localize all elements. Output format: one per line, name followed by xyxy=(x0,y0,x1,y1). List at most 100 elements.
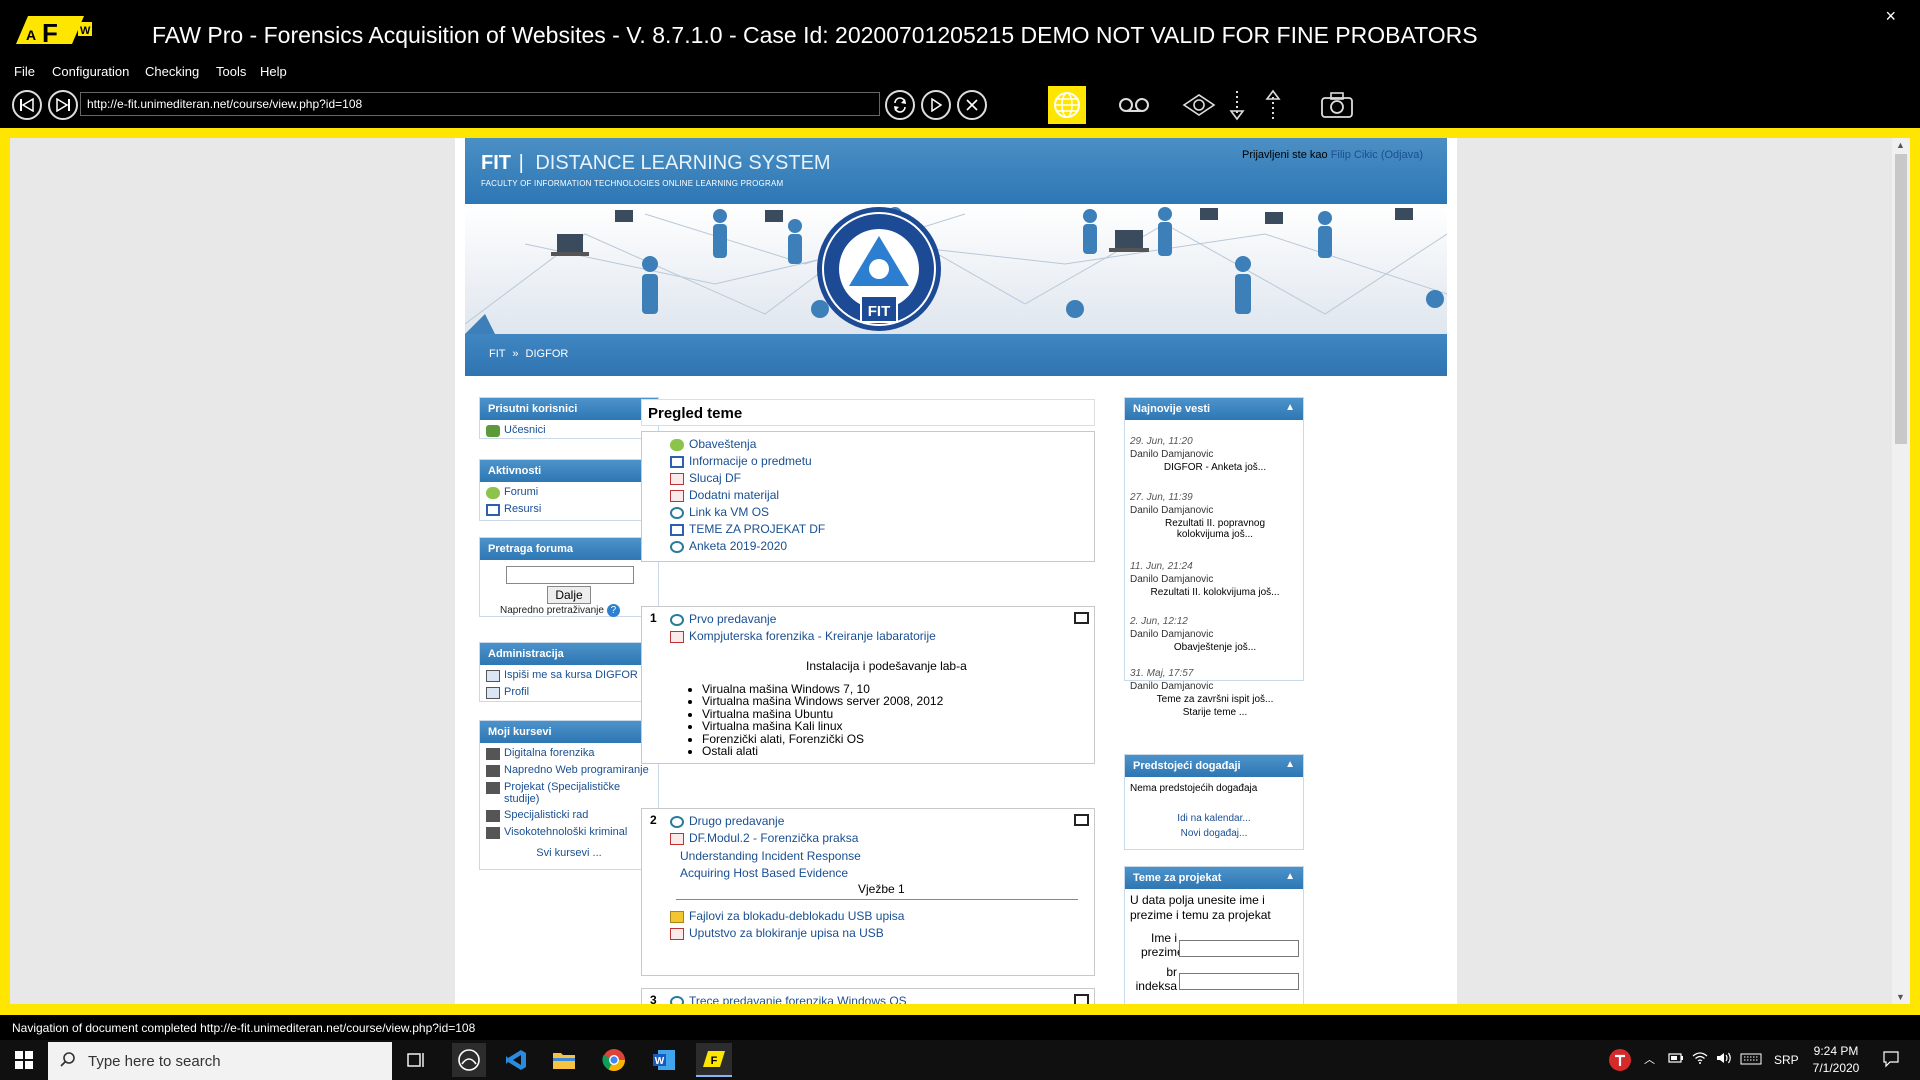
scroll-up-arrow-icon[interactable]: ▲ xyxy=(1896,140,1905,150)
start-button[interactable] xyxy=(10,1046,38,1074)
address-bar[interactable]: http://e-fit.unimediteran.net/course/vie… xyxy=(80,92,880,116)
wifi-icon[interactable] xyxy=(1692,1052,1708,1067)
input-language[interactable]: SRP xyxy=(1774,1053,1799,1067)
taskbar-app-faw[interactable]: F xyxy=(696,1043,732,1077)
activity-link[interactable]: Anketa 2019-2020 xyxy=(670,539,787,553)
login-info: Prijavljeni ste kao Filip Cikic (Odjava) xyxy=(1242,149,1423,161)
news-link[interactable]: DIGFOR - Anketa još... xyxy=(1130,462,1300,473)
skip-back-icon xyxy=(20,98,34,112)
news-link[interactable]: Rezultati II. kolokvijuma još... xyxy=(1130,587,1300,598)
link-icon xyxy=(670,506,684,519)
taskbar-app-snip[interactable] xyxy=(452,1043,486,1077)
activity-link[interactable]: Kompjuterska forenzika - Kreiranje labar… xyxy=(670,629,936,643)
last-button[interactable] xyxy=(48,90,78,120)
course-icon xyxy=(486,827,500,839)
taskbar-app-explorer[interactable] xyxy=(550,1046,578,1074)
tray-chevron-icon[interactable]: ︿ xyxy=(1644,1051,1655,1067)
tray-antivirus[interactable] xyxy=(1606,1046,1634,1074)
activity-link[interactable]: Fajlovi za blokadu-deblokadu USB upisa xyxy=(670,909,904,923)
collapse-icon[interactable]: ▲ xyxy=(1285,402,1295,413)
activity-link[interactable]: Informacije o predmetu xyxy=(670,454,812,468)
section-checkbox[interactable] xyxy=(1074,814,1089,826)
first-button[interactable] xyxy=(12,90,42,120)
go-button[interactable] xyxy=(921,90,951,120)
name-input[interactable] xyxy=(1179,940,1299,957)
activity-link[interactable]: Prvo predavanje xyxy=(670,612,776,626)
refresh-button[interactable] xyxy=(885,90,915,120)
activity-link[interactable]: Obaveštenja xyxy=(670,437,756,451)
menu-checking[interactable]: Checking xyxy=(145,64,199,79)
new-event-link[interactable]: Novi događaj... xyxy=(1125,828,1303,839)
activity-link[interactable]: Drugo predavanje xyxy=(670,814,784,828)
screenshot-button[interactable] xyxy=(1318,86,1356,124)
scroll-down-arrow-icon[interactable]: ▼ xyxy=(1896,992,1905,1002)
help-icon[interactable]: ? xyxy=(606,604,620,617)
course-link[interactable]: Specijalisticki rad xyxy=(480,807,658,824)
news-item: 2. Jun, 12:12 Danilo Damjanovic Obavješt… xyxy=(1130,616,1300,653)
record-button[interactable] xyxy=(1115,86,1153,124)
taskbar-app-chrome[interactable] xyxy=(600,1046,628,1074)
collapse-icon[interactable]: ▲ xyxy=(1285,759,1295,770)
section-checkbox[interactable] xyxy=(1074,994,1089,1004)
course-link[interactable]: Digitalna forenzika xyxy=(480,743,658,762)
activity-link[interactable]: TEME ZA PROJEKAT DF xyxy=(670,522,825,536)
task-view-button[interactable] xyxy=(402,1046,430,1074)
keyboard-icon[interactable] xyxy=(1740,1053,1762,1068)
stop-button[interactable] xyxy=(957,90,987,120)
scroll-up-button[interactable] xyxy=(1254,86,1292,124)
taskbar-app-vscode[interactable] xyxy=(502,1046,530,1074)
clock-time: 9:24 PM xyxy=(1813,1044,1859,1058)
menu-tools[interactable]: Tools xyxy=(216,64,246,79)
forum-search-input[interactable] xyxy=(506,566,634,584)
clock[interactable]: 9:24 PM 7/1/2020 xyxy=(1806,1044,1866,1075)
forums-link[interactable]: Forumi xyxy=(480,482,658,501)
activity-link[interactable]: DF.Modul.2 - Forenzička praksa xyxy=(670,831,858,845)
eye-button[interactable] xyxy=(1180,86,1218,124)
news-link[interactable]: Obavještenje još... xyxy=(1130,642,1300,653)
resource-link[interactable]: Understanding Incident Response xyxy=(680,849,861,863)
activity-link[interactable]: Link ka VM OS xyxy=(670,505,769,519)
unenrol-link[interactable]: Ispiši me sa kursa DIGFOR xyxy=(480,665,658,684)
activity-link[interactable]: Trece predavanje forenzika Windows OS xyxy=(670,994,907,1004)
taskbar-app-word[interactable]: W xyxy=(650,1046,678,1074)
menu-help[interactable]: Help xyxy=(260,64,287,79)
advanced-search-link[interactable]: Napredno pretraživanje? xyxy=(500,604,620,617)
course-link[interactable]: Visokotehnološki kriminal xyxy=(480,824,658,841)
collapse-icon[interactable]: ▲ xyxy=(1285,871,1295,882)
search-go-button[interactable]: Dalje xyxy=(547,586,591,604)
section-checkbox[interactable] xyxy=(1074,612,1089,624)
logout-link[interactable]: (Odjava) xyxy=(1381,149,1423,161)
menu-configuration[interactable]: Configuration xyxy=(52,64,129,79)
course-link[interactable]: Projekat (Specijalističke studije) xyxy=(480,779,658,807)
battery-icon[interactable] xyxy=(1668,1052,1684,1067)
scroll-down-button[interactable] xyxy=(1218,86,1256,124)
pdf-icon xyxy=(670,472,684,485)
user-link[interactable]: Filip Cikic xyxy=(1331,149,1378,161)
resources-link[interactable]: Resursi xyxy=(480,501,658,518)
index-input[interactable] xyxy=(1179,973,1299,990)
all-courses-link[interactable]: Svi kursevi ... xyxy=(480,841,658,859)
browse-mode-button[interactable] xyxy=(1048,86,1086,124)
news-link[interactable]: Rezultati II. popravnog kolokvijuma još.… xyxy=(1130,518,1300,540)
activity-link[interactable]: Slucaj DF xyxy=(670,471,741,485)
forum-icon xyxy=(670,438,684,451)
taskbar-search-box[interactable]: Type here to search xyxy=(48,1042,392,1080)
participants-link[interactable]: Učesnici xyxy=(480,420,658,439)
profile-link[interactable]: Profil xyxy=(480,684,658,701)
breadcrumb-current[interactable]: DIGFOR xyxy=(526,348,569,360)
activity-link[interactable]: Dodatni materijal xyxy=(670,488,779,502)
news-link[interactable]: Teme za završni ispit još... xyxy=(1130,694,1300,705)
volume-icon[interactable] xyxy=(1716,1052,1734,1067)
resource-link[interactable]: Acquiring Host Based Evidence xyxy=(680,866,848,880)
breadcrumb-root[interactable]: FIT xyxy=(489,348,505,360)
course-link[interactable]: Napredno Web programiranje xyxy=(480,762,658,779)
profile-icon xyxy=(486,687,500,699)
menu-file[interactable]: File xyxy=(14,64,35,79)
vertical-scrollbar[interactable]: ▲ ▼ xyxy=(1892,138,1910,1004)
notifications-icon[interactable] xyxy=(1882,1050,1900,1071)
activity-link[interactable]: Uputstvo za blokiranje upisa na USB xyxy=(670,926,884,940)
calendar-link[interactable]: Idi na kalendar... xyxy=(1125,813,1303,824)
close-window-button[interactable]: × xyxy=(1885,6,1896,27)
scrollbar-thumb[interactable] xyxy=(1895,154,1907,444)
older-topics-link[interactable]: Starije teme ... xyxy=(1130,707,1300,718)
